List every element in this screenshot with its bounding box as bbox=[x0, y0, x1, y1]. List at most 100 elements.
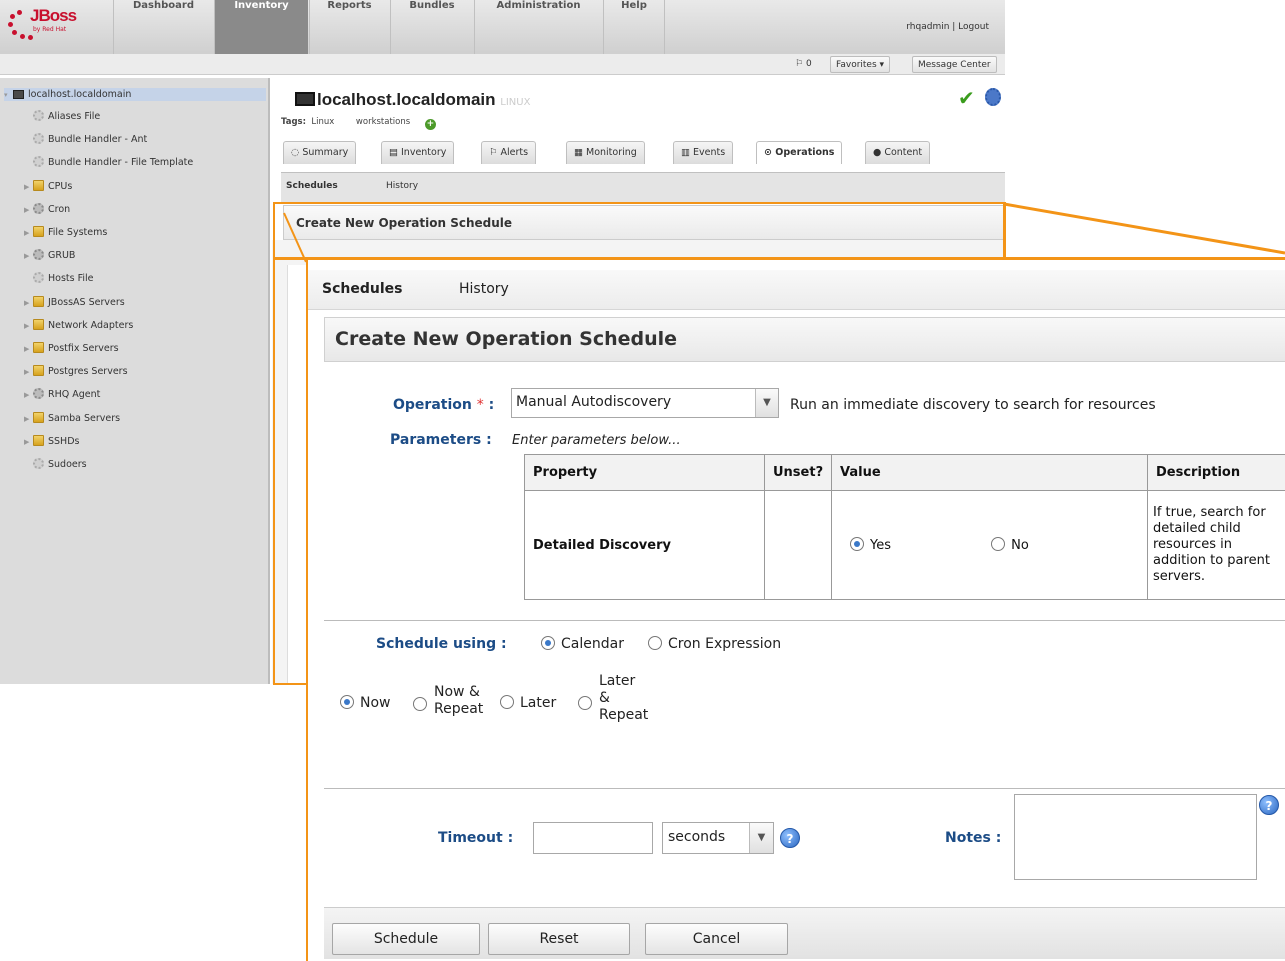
sidebar-item[interactable]: ▶ SSHDs bbox=[24, 434, 79, 447]
zoomed-subtab-history[interactable]: History bbox=[459, 281, 509, 297]
expand-arrow-icon[interactable]: ▶ bbox=[24, 252, 33, 260]
sidebar-item[interactable]: ▶ CPUs bbox=[24, 179, 72, 192]
tags-label: Tags: bbox=[281, 117, 306, 127]
nav-reports[interactable]: Reports bbox=[309, 0, 389, 56]
tag-workstations[interactable]: workstations bbox=[356, 117, 410, 127]
user-logout-link[interactable]: rhqadmin | Logout bbox=[906, 22, 989, 32]
subtab-schedules[interactable]: Schedules bbox=[286, 181, 338, 191]
tab-summary[interactable]: ◌ Summary bbox=[283, 141, 357, 164]
sidebar-item[interactable]: ▶ Samba Servers bbox=[24, 411, 120, 424]
tab-inventory[interactable]: ▤ Inventory bbox=[381, 141, 455, 164]
sidebar-item-label: Cron bbox=[48, 203, 71, 215]
expand-arrow-icon[interactable]: ▶ bbox=[24, 438, 33, 446]
add-tag-icon[interactable]: + bbox=[424, 119, 436, 130]
radio-later[interactable]: Later bbox=[500, 695, 556, 711]
expand-arrow-icon[interactable]: ▶ bbox=[24, 345, 33, 353]
nav-help[interactable]: Help bbox=[603, 0, 665, 56]
chevron-down-icon[interactable]: ▼ bbox=[749, 823, 773, 853]
timeout-input[interactable] bbox=[533, 822, 653, 854]
operation-label-colon: : bbox=[488, 397, 495, 413]
radio-cron-expression[interactable]: Cron Expression bbox=[648, 636, 781, 652]
form-title: Create New Operation Schedule bbox=[324, 317, 1285, 362]
radio-button[interactable] bbox=[578, 696, 592, 710]
sidebar-item[interactable]: Hosts File bbox=[24, 272, 94, 284]
sidebar-item-label: Bundle Handler - File Template bbox=[48, 157, 194, 169]
sidebar-item[interactable]: Bundle Handler - File Template bbox=[24, 156, 193, 168]
radio-button[interactable] bbox=[850, 537, 864, 551]
radio-calendar[interactable]: Calendar bbox=[541, 636, 624, 652]
tab-content[interactable]: ● Content bbox=[865, 141, 931, 164]
radio-now-repeat[interactable]: Now & Repeat bbox=[413, 684, 483, 718]
sidebar-item[interactable]: ▶ Network Adapters bbox=[24, 318, 133, 331]
cancel-button[interactable]: Cancel bbox=[645, 923, 788, 955]
col-value: Value bbox=[831, 454, 1148, 491]
radio-now[interactable]: Now bbox=[340, 695, 391, 711]
tab-operations[interactable]: ⊙ Operations bbox=[756, 141, 843, 164]
help-icon[interactable]: ? bbox=[1259, 795, 1279, 815]
expand-arrow-icon[interactable]: ▶ bbox=[24, 391, 33, 399]
schedule-button[interactable]: Schedule bbox=[332, 923, 480, 955]
flag-counter[interactable]: ⚐ 0 bbox=[790, 56, 817, 73]
favorites-button[interactable]: Favorites ▾ bbox=[830, 56, 891, 73]
timeout-unit-value: seconds bbox=[668, 829, 726, 845]
help-icon[interactable]: ? bbox=[780, 828, 800, 848]
table-row: Detailed Discovery Yes No If true, searc… bbox=[524, 490, 1285, 600]
operation-select[interactable]: Manual Autodiscovery ▼ bbox=[511, 388, 779, 418]
flag-count: 0 bbox=[805, 59, 812, 69]
jboss-logo[interactable]: JBoss by Red Hat bbox=[6, 6, 101, 48]
timeout-unit-select[interactable]: seconds ▼ bbox=[662, 822, 774, 854]
tab-label: Summary bbox=[302, 147, 349, 158]
sidebar-item[interactable]: Aliases File bbox=[24, 110, 100, 122]
sidebar-item[interactable]: ▶ File Systems bbox=[24, 226, 107, 238]
sidebar-item[interactable]: ▶ Postfix Servers bbox=[24, 342, 119, 354]
zoomed-subtab-schedules[interactable]: Schedules bbox=[322, 281, 402, 297]
radio-yes[interactable]: Yes bbox=[850, 537, 891, 553]
nav-inventory[interactable]: Inventory bbox=[214, 0, 308, 56]
tab-events[interactable]: ▥ Events bbox=[673, 141, 734, 164]
sidebar-item-label: GRUB bbox=[48, 250, 76, 262]
radio-button[interactable] bbox=[340, 695, 354, 709]
expand-arrow-icon[interactable]: ▶ bbox=[24, 299, 33, 307]
radio-button[interactable] bbox=[500, 695, 514, 709]
message-center-button[interactable]: Message Center bbox=[912, 56, 997, 73]
expand-arrow-icon[interactable]: ▶ bbox=[24, 322, 33, 330]
tab-label: Inventory bbox=[401, 147, 447, 158]
sidebar-item[interactable]: Bundle Handler - Ant bbox=[24, 133, 147, 145]
sidebar-item[interactable]: ▶ Postgres Servers bbox=[24, 365, 128, 377]
tree-root[interactable]: ▾ localhost.localdomain bbox=[4, 88, 266, 101]
chevron-down-icon[interactable]: ▼ bbox=[755, 389, 778, 417]
nav-bundles[interactable]: Bundles bbox=[390, 0, 473, 56]
description-cell: If true, search for detailed child resou… bbox=[1147, 490, 1285, 600]
expand-arrow-icon[interactable]: ▶ bbox=[24, 415, 33, 423]
gear-icon bbox=[33, 272, 44, 284]
gear-icon bbox=[33, 458, 44, 469]
tag-linux[interactable]: Linux bbox=[311, 117, 334, 127]
divider bbox=[324, 620, 1285, 621]
sidebar-item[interactable]: ▶ JBossAS Servers bbox=[24, 295, 125, 308]
tab-alerts[interactable]: ⚐ Alerts bbox=[481, 141, 537, 164]
notes-textarea[interactable] bbox=[1014, 794, 1257, 880]
radio-no[interactable]: No bbox=[991, 537, 1029, 553]
radio-button[interactable] bbox=[991, 537, 1006, 551]
tab-monitoring[interactable]: ▦ Monitoring bbox=[566, 141, 645, 164]
subtab-history[interactable]: History bbox=[386, 181, 418, 191]
sidebar-item[interactable]: ▶ Cron bbox=[24, 202, 71, 215]
radio-button[interactable] bbox=[648, 636, 662, 650]
expand-arrow-icon[interactable]: ▾ bbox=[4, 91, 13, 99]
reset-button[interactable]: Reset bbox=[488, 923, 630, 955]
sidebar-item[interactable]: Sudoers bbox=[24, 458, 87, 470]
operation-description: Run an immediate discovery to search for… bbox=[790, 397, 1156, 413]
nav-administration[interactable]: Administration bbox=[474, 0, 602, 56]
radio-later-repeat[interactable]: Later & Repeat bbox=[578, 673, 648, 724]
radio-button[interactable] bbox=[413, 697, 427, 711]
sidebar-item[interactable]: ▶ RHQ Agent bbox=[24, 388, 100, 400]
expand-arrow-icon[interactable]: ▶ bbox=[24, 229, 33, 237]
col-unset: Unset? bbox=[764, 454, 832, 491]
expand-arrow-icon[interactable]: ▶ bbox=[24, 206, 33, 214]
nav-dashboard[interactable]: Dashboard bbox=[113, 0, 213, 56]
expand-arrow-icon[interactable]: ▶ bbox=[24, 183, 33, 191]
resource-tree: ▾ localhost.localdomain Aliases File Bundl… bbox=[0, 78, 270, 684]
sidebar-item[interactable]: ▶ GRUB bbox=[24, 249, 75, 261]
expand-arrow-icon[interactable]: ▶ bbox=[24, 368, 33, 376]
radio-button[interactable] bbox=[541, 636, 555, 650]
